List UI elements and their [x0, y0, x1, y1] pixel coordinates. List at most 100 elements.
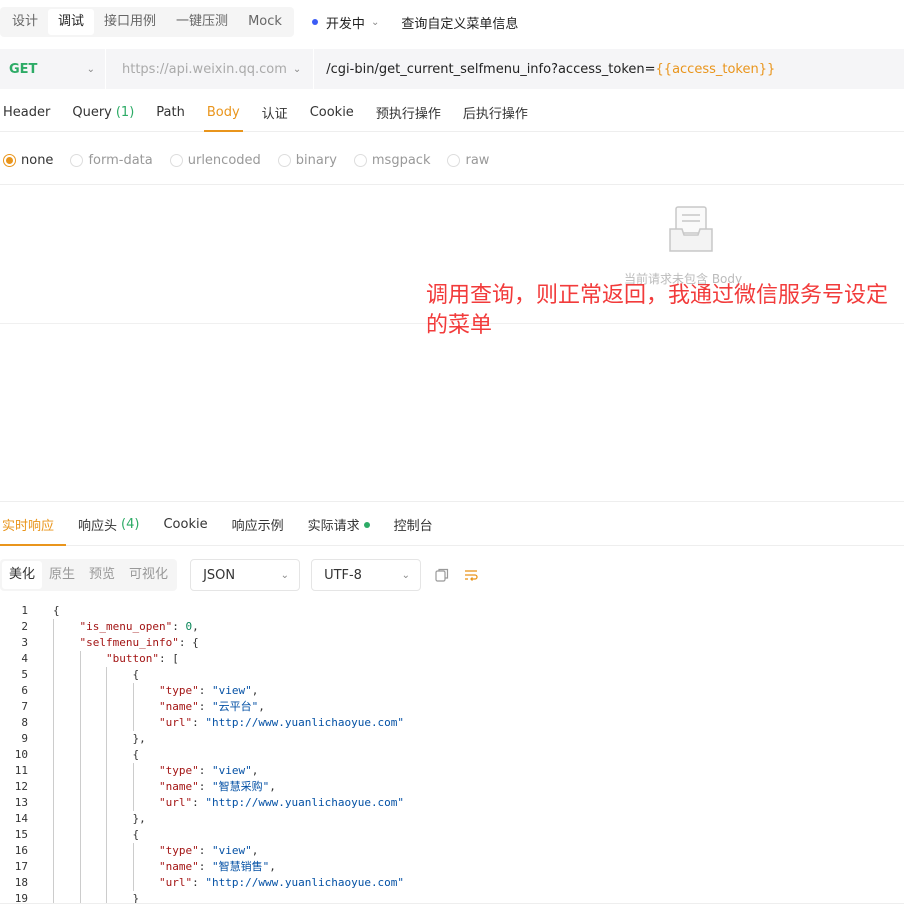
url-bar: GET ⌄ https://api.weixin.qq.com ⌄ /cgi-b…: [0, 49, 904, 89]
radio-binary[interactable]: binary: [277, 153, 337, 168]
mode-design[interactable]: 设计: [2, 9, 48, 35]
line-number: 7: [21, 700, 28, 713]
code-line: 8 "url": "http://www.yuanlichaoyue.com": [0, 715, 904, 731]
code-line: 2 "is_menu_open": 0,: [0, 619, 904, 635]
line-number: 10: [14, 748, 28, 761]
json-key: "type": [159, 844, 199, 857]
mode-debug[interactable]: 调试: [48, 9, 95, 35]
code-content: "type": "view",: [28, 683, 258, 699]
code-content: {: [28, 747, 139, 763]
code-line: 7 "name": "云平台",: [0, 699, 904, 715]
json-key: "url": [159, 876, 193, 889]
tab-cookie[interactable]: Cookie: [299, 94, 365, 131]
indent-guide: [79, 811, 81, 827]
base-url-select[interactable]: https://api.weixin.qq.com ⌄: [106, 49, 315, 89]
indent-guide: [53, 779, 54, 795]
indent-guide: [53, 731, 54, 747]
indent-guide: [106, 731, 107, 747]
code-content: "name": "智慧销售",: [28, 859, 276, 875]
json-punctuation: ,: [251, 844, 259, 857]
line-number: 16: [14, 844, 28, 857]
mode-load-test[interactable]: 一键压测: [166, 9, 238, 35]
tab-response-cookie[interactable]: Cookie: [151, 504, 219, 545]
tab-response-headers[interactable]: 响应头 (4): [66, 504, 151, 545]
response-divider: [0, 501, 904, 502]
line-number: 8: [21, 716, 28, 729]
tab-realtime-response[interactable]: 实时响应: [0, 504, 67, 546]
indent-guide: [79, 715, 81, 731]
status-dot-icon: [363, 521, 370, 528]
indent-guide: [53, 747, 54, 763]
tab-post-script-label: 后执行操作: [462, 107, 528, 122]
indent-guide: [53, 891, 54, 903]
mode-mock[interactable]: Mock: [238, 9, 292, 35]
tab-pre-script[interactable]: 预执行操作: [365, 94, 452, 131]
json-punctuation: ,: [258, 700, 265, 713]
json-key: "name": [159, 860, 199, 873]
json-punctuation: :: [198, 780, 212, 793]
radio-none[interactable]: none: [3, 153, 53, 168]
indent-guide: [53, 827, 54, 843]
json-punctuation: :: [198, 844, 212, 857]
radio-msgpack[interactable]: msgpack: [353, 153, 430, 168]
json-punctuation: ,: [251, 764, 259, 777]
indent-guide: [106, 827, 107, 843]
response-view-bar: 美化 原生 预览 可视化 JSON ⌄ UTF-8 ⌄: [0, 559, 479, 591]
view-pretty[interactable]: 美化: [2, 561, 43, 589]
view-raw[interactable]: 原生: [42, 561, 82, 589]
view-preview[interactable]: 预览: [82, 561, 122, 589]
radio-circle: [277, 153, 291, 167]
radio-form-data[interactable]: form-data: [70, 152, 153, 168]
code-content: "url": "http://www.yuanlichaoyue.com": [28, 795, 404, 811]
indent-guide: [106, 699, 107, 715]
tab-auth[interactable]: 认证: [251, 94, 299, 131]
indent-guide: [53, 683, 54, 699]
indent-guide: [79, 859, 81, 875]
code-content: "type": "view",: [28, 763, 258, 779]
json-punctuation: ,: [269, 780, 276, 793]
indent-guide: [53, 843, 54, 859]
wrap-icon[interactable]: [463, 567, 479, 583]
indent-guide: [53, 651, 54, 667]
tab-response-example[interactable]: 响应示例: [220, 504, 296, 545]
response-tabs: 实时响应 响应头 (4) Cookie 响应示例 实际请求 控制台: [0, 504, 904, 546]
tab-header[interactable]: Header: [0, 94, 61, 131]
indent-guide: [106, 875, 107, 891]
method-select[interactable]: GET ⌄: [0, 49, 106, 89]
format-select[interactable]: JSON ⌄: [190, 559, 301, 591]
indent-guide: [79, 763, 81, 779]
json-punctuation: :: [172, 620, 186, 633]
tab-actual-request[interactable]: 实际请求: [296, 504, 382, 545]
body-type-radios: none form-data urlencoded binary msgpack…: [0, 148, 506, 172]
code-line: 9},: [0, 731, 904, 747]
mode-test-cases[interactable]: 接口用例: [94, 9, 166, 35]
view-visualize[interactable]: 可视化: [122, 561, 175, 589]
radio-form-data-label: form-data: [88, 152, 153, 168]
json-key: "url": [159, 796, 193, 809]
radio-circle: [353, 153, 367, 167]
json-punctuation: ,: [192, 620, 199, 633]
response-code-viewer[interactable]: 1{2 "is_menu_open": 0, 3 "selfmenu_info": {…: [0, 603, 904, 903]
json-string: "http://www.yuanlichaoyue.com": [205, 796, 405, 809]
tab-post-script[interactable]: 后执行操作: [452, 94, 539, 131]
tab-body[interactable]: Body: [196, 94, 251, 132]
encoding-select[interactable]: UTF-8 ⌄: [311, 559, 422, 591]
radio-urlencoded[interactable]: urlencoded: [169, 153, 261, 168]
json-punctuation: :: [192, 876, 206, 889]
tab-console[interactable]: 控制台: [382, 504, 445, 545]
indent-guide: [53, 619, 54, 635]
json-punctuation: {: [132, 668, 140, 681]
radio-raw[interactable]: raw: [447, 153, 489, 168]
tab-path[interactable]: Path: [145, 94, 196, 131]
path-input[interactable]: /cgi-bin/get_current_selfmenu_info?acces…: [314, 62, 775, 77]
copy-icon[interactable]: [434, 567, 450, 583]
path-text: /cgi-bin/get_current_selfmenu_info?acces…: [326, 61, 656, 77]
indent-guide: [132, 795, 134, 811]
line-number: 14: [14, 812, 28, 825]
query-count-badge: (1): [115, 105, 135, 120]
indent-guide: [79, 827, 81, 843]
tab-query[interactable]: Query (1): [61, 94, 145, 131]
indent-guide: [79, 699, 81, 715]
chevron-down-icon: ⌄: [86, 63, 95, 75]
environment-select[interactable]: 开发中 ⌄: [311, 13, 379, 32]
